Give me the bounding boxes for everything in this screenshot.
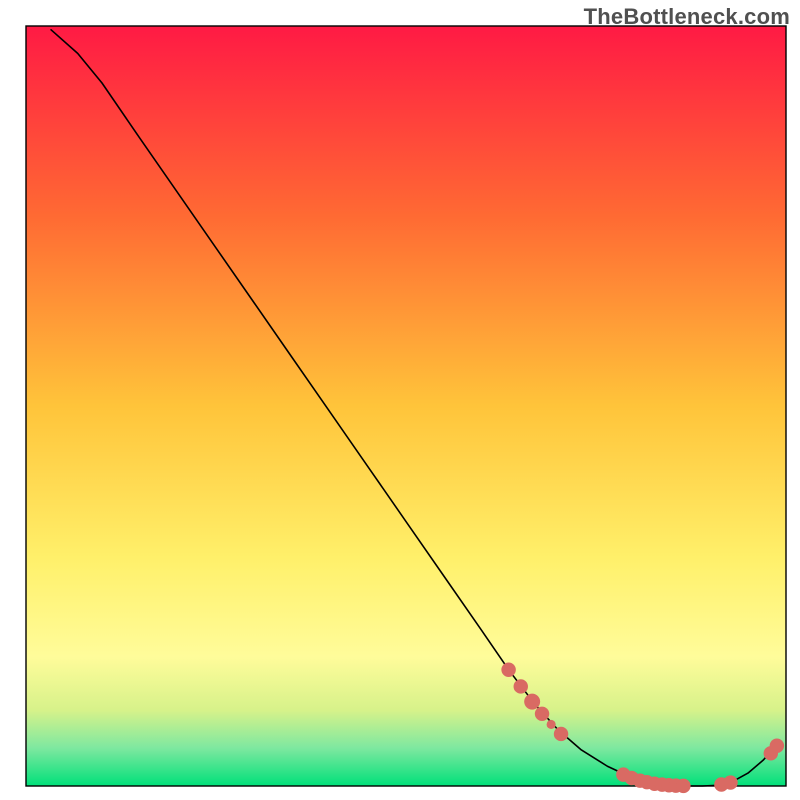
data-marker xyxy=(770,739,784,753)
data-marker xyxy=(723,775,737,789)
data-marker xyxy=(676,779,690,793)
data-marker xyxy=(514,679,528,693)
data-marker xyxy=(501,663,515,677)
data-marker xyxy=(524,694,540,710)
data-marker xyxy=(554,727,568,741)
data-marker xyxy=(535,707,549,721)
chart-stage: TheBottleneck.com xyxy=(0,0,800,800)
watermark-text: TheBottleneck.com xyxy=(584,4,790,30)
data-marker xyxy=(547,720,556,729)
bottleneck-chart xyxy=(0,0,800,800)
plot-background xyxy=(26,26,786,786)
